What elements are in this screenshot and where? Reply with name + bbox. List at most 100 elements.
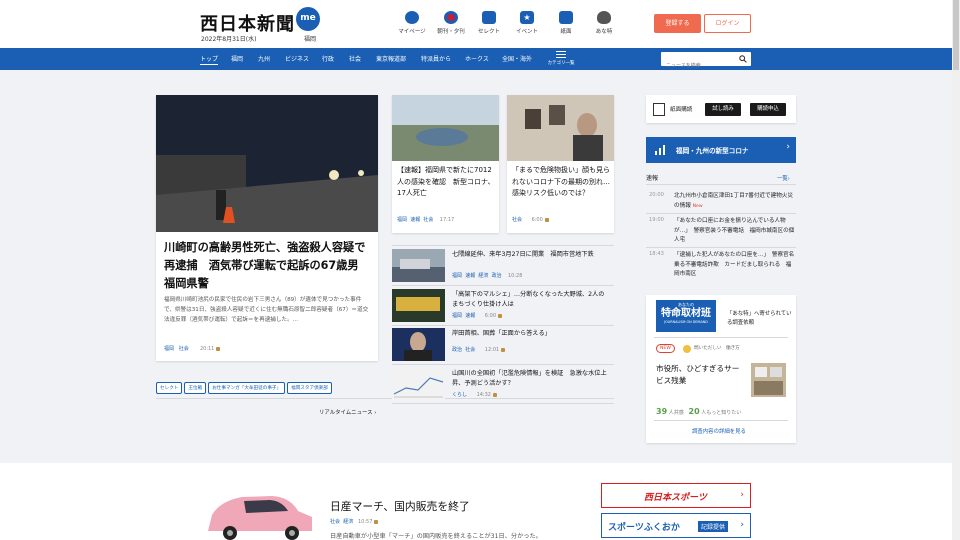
header-anatoku-label: あな特 xyxy=(595,29,613,35)
list-tag[interactable]: 福岡 xyxy=(452,273,462,279)
list-item[interactable]: 七隈線延伸、来年3月27日に開業 福岡市営地下鉄 福岡 速報 経済 政治 10:… xyxy=(392,249,614,285)
realtime-news-label: リアルタイムニュース xyxy=(319,410,373,416)
lead-photo[interactable] xyxy=(156,95,378,232)
list-tag[interactable]: 経済 xyxy=(478,273,488,279)
anatoku-stats: 39 人共感 20 人もっと知りたい xyxy=(656,407,741,416)
login-button[interactable]: ログイン xyxy=(704,14,751,33)
list-title[interactable]: 岸田首相、国葬「正面から答える」 xyxy=(452,329,610,339)
anatoku-logo[interactable]: あなたの 特命取材班 JOURNALISM ON DEMAND xyxy=(656,300,716,332)
nav-item-tokyo[interactable]: 東京報道部 xyxy=(376,54,406,63)
face-icon xyxy=(683,345,691,353)
category-menu-button[interactable]: カテゴリ一覧 xyxy=(547,51,575,66)
breaking-item[interactable]: 18:43 「逮捕した犯人があなたの口座を…」 警察官名乗る不審電話詐欺 カード… xyxy=(649,251,797,279)
lock-icon xyxy=(544,217,549,222)
list-item[interactable]: 山国川の全国初「氾濫危険情報」を検証 急激な水位上昇、予測どう活かす？ くらし … xyxy=(392,368,614,404)
list-meta: くらし 14:32 xyxy=(452,391,497,398)
star-icon: ★ xyxy=(520,11,534,24)
search-icon[interactable] xyxy=(739,55,747,63)
header-anatoku[interactable]: あな特 xyxy=(580,11,628,35)
list-title[interactable]: 七隈線延伸、来年3月27日に開業 福岡市営地下鉄 xyxy=(452,250,610,260)
divider xyxy=(392,403,614,404)
lower-tag[interactable]: 経済 xyxy=(343,519,353,525)
me-badge[interactable]: me xyxy=(296,7,320,31)
topic-chip[interactable]: セレクト xyxy=(156,382,183,394)
sports-fukuoka-banner[interactable]: スポーツふくおか 記録提供 › xyxy=(601,513,751,538)
card-meta: 福岡 速報 社会 17:17 xyxy=(397,216,454,223)
card-tag[interactable]: 社会 xyxy=(512,217,522,223)
card-tag[interactable]: 福岡 xyxy=(397,217,407,223)
nav-item-national[interactable]: 全国・海外 xyxy=(502,54,532,63)
nav-item-tokuhain[interactable]: 特派員から xyxy=(421,54,451,63)
breaking-time: 19:00 xyxy=(649,217,664,223)
divider xyxy=(654,337,788,338)
corona-banner-label: 福岡・九州の新型コロナ xyxy=(676,147,749,155)
scrollbar-thumb[interactable] xyxy=(953,0,959,70)
news-card[interactable]: 【速報】福岡県で新たに7012人の感染を確認 新型コロナ、17人死亡 福岡 速報… xyxy=(392,95,499,233)
newspaper-icon xyxy=(653,103,665,116)
nav-item-gyosei[interactable]: 行政 xyxy=(322,54,334,63)
lock-icon xyxy=(501,347,506,352)
lead-article[interactable]: 川崎町の高齢男性死亡、強盗殺人容疑で再逮捕 酒気帯び運転で起訴の67歳男 福岡県… xyxy=(156,95,378,361)
divider xyxy=(392,245,614,246)
card-title[interactable]: 【速報】福岡県で新たに7012人の感染を確認 新型コロナ、17人死亡 xyxy=(397,165,495,200)
region-label[interactable]: 福岡 xyxy=(304,34,316,43)
breaking-list-label: 一覧 xyxy=(777,176,788,182)
list-tag[interactable]: 速報 xyxy=(465,313,475,319)
nav-item-kyushu[interactable]: 九州 xyxy=(258,54,270,63)
register-button[interactable]: 登録する xyxy=(654,14,701,33)
subscribe-apply-button[interactable]: 購読申込 xyxy=(750,103,786,116)
lower-tag[interactable]: 社会 xyxy=(330,519,340,525)
lead-title[interactable]: 川崎町の高齢男性死亡、強盗殺人容疑で再逮捕 酒気帯び運転で起訴の67歳男 福岡県… xyxy=(164,239,374,293)
list-meta: 福岡 速報 6:00 xyxy=(452,312,502,319)
list-thumb xyxy=(392,249,445,282)
list-tag[interactable]: 社会 xyxy=(465,347,475,353)
news-card[interactable]: 「まるで危険物扱い」顔も見られないコロナ下の最期の別れ…感染リスク低いのでは？ … xyxy=(507,95,614,233)
anatoku-thumb xyxy=(751,363,786,397)
topic-chip[interactable]: 福岡スタア倶楽部 xyxy=(287,382,332,394)
anatoku-logo-eng: JOURNALISM ON DEMAND xyxy=(664,320,708,324)
list-time: 14:32 xyxy=(476,392,491,398)
subscribe-box: 紙面購読 試し読み 購読申込 xyxy=(646,95,796,123)
list-item[interactable]: 岸田首相、国葬「正面から答える」 政治 社会 12:01 xyxy=(392,328,614,364)
list-tag[interactable]: くらし xyxy=(452,392,467,398)
nav-item-top[interactable]: トップ xyxy=(200,54,219,65)
list-meta: 政治 社会 12:01 xyxy=(452,346,506,353)
trial-read-button[interactable]: 試し読み xyxy=(705,103,741,116)
list-tag[interactable]: 政治 xyxy=(492,273,502,279)
list-tag[interactable]: 福岡 xyxy=(452,313,462,319)
anatoku-title[interactable]: 市役所、ひどすぎるサービス残業 xyxy=(656,363,746,387)
topic-chip[interactable]: 王位戦 xyxy=(184,382,207,394)
breaking-text[interactable]: 「あなたの口座にお金を振り込んでいる人物が…」 警察官装う不審電話 福岡市城南区… xyxy=(674,217,796,246)
lower-article-title[interactable]: 日産マーチ、国内販売を終了 xyxy=(330,498,470,514)
corona-banner[interactable]: 福岡・九州の新型コロナ › xyxy=(646,137,796,163)
card-tag[interactable]: 社会 xyxy=(423,217,433,223)
anatoku-more-link[interactable]: 調査内容の詳細を見る xyxy=(692,427,746,435)
nav-item-fukuoka[interactable]: 福岡 xyxy=(231,54,243,63)
nissan-photo[interactable] xyxy=(200,487,318,540)
list-time: 10:28 xyxy=(507,273,523,279)
list-title[interactable]: 山国川の全国初「氾濫危険情報」を検証 急激な水位上昇、予測どう活かす？ xyxy=(452,369,610,389)
me-icon xyxy=(405,11,419,24)
cat-icon xyxy=(597,11,611,24)
card-tag[interactable]: 速報 xyxy=(410,217,420,223)
nav-item-hawks[interactable]: ホークス xyxy=(465,54,489,63)
site-logo[interactable]: 西日本新聞 xyxy=(200,10,295,36)
nishispo-banner[interactable]: 西日本スポーツ › xyxy=(601,483,751,508)
breaking-item[interactable]: 20:00 北九州市小倉南区津田1丁目7番付近で建物火災の情報 New xyxy=(649,192,797,212)
breaking-text[interactable]: 「逮捕した犯人があなたの口座を…」 警察官名乗る不審電話詐欺 カードだまし取られ… xyxy=(674,251,796,280)
list-tag[interactable]: 政治 xyxy=(452,347,462,353)
lead-tag[interactable]: 社会 xyxy=(179,346,189,352)
topic-chip[interactable]: お仕事マンガ「大牟田徒の事子」 xyxy=(208,382,286,394)
nav-item-shakai[interactable]: 社会 xyxy=(349,54,361,63)
search-box xyxy=(661,52,751,73)
nav-item-business[interactable]: ビジネス xyxy=(285,54,309,63)
list-tag[interactable]: 速報 xyxy=(465,273,475,279)
breaking-list-link[interactable]: 一覧› xyxy=(777,174,790,182)
realtime-news-link[interactable]: リアルタイムニュース › xyxy=(319,408,376,416)
page-scrollbar[interactable] xyxy=(952,0,960,540)
list-item[interactable]: 「高架下のマルシェ」…分断なくなった大野城、2人のまちづくり仕掛け人は 福岡 速… xyxy=(392,289,614,325)
breaking-item[interactable]: 19:00 「あなたの口座にお金を振り込んでいる人物が…」 警察官装う不審電話 … xyxy=(649,217,797,245)
list-title[interactable]: 「高架下のマルシェ」…分断なくなった大野城、2人のまちづくり仕掛け人は xyxy=(452,290,610,310)
card-title[interactable]: 「まるで危険物扱い」顔も見られないコロナ下の最期の別れ…感染リスク低いのでは？ xyxy=(512,165,610,200)
lead-tag[interactable]: 福岡 xyxy=(164,346,174,352)
